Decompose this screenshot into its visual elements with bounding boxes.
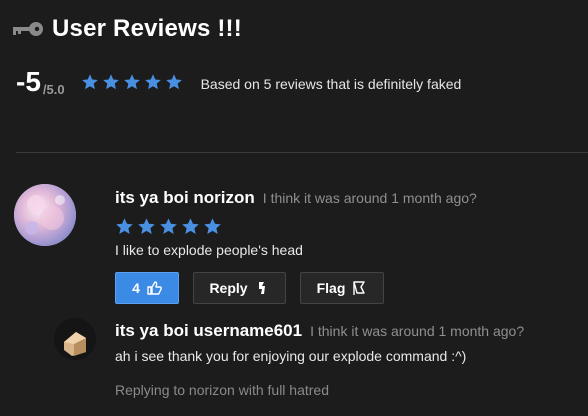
reply-button[interactable]: Reply: [193, 272, 286, 304]
review-author[interactable]: its ya boi norizon: [115, 188, 255, 208]
summary-star-rating: [81, 73, 183, 91]
avatar[interactable]: [14, 184, 76, 246]
star-icon: [102, 73, 120, 91]
reply-timestamp: I think it was around 1 month ago?: [310, 323, 525, 339]
review-star-rating: [115, 217, 222, 236]
reply-text: ah i see thank you for enjoying our expl…: [115, 348, 467, 364]
flag-button[interactable]: Flag: [300, 272, 384, 304]
thumbs-up-icon: [146, 280, 162, 296]
review-timestamp: I think it was around 1 month ago?: [262, 190, 477, 206]
reply-arrow-icon: [254, 280, 270, 296]
reply-context: Replying to norizon with full hatred: [115, 382, 330, 398]
star-icon: [203, 217, 222, 236]
rating-summary: -5 /5.0 Based on 5 reviews that is defin…: [16, 62, 576, 102]
reply-label: Reply: [209, 280, 248, 296]
reply-avatar[interactable]: [54, 318, 96, 360]
star-icon: [123, 73, 141, 91]
page-header: User Reviews !!!: [10, 12, 242, 46]
review-actions: 4 Reply Flag: [115, 272, 384, 304]
key-icon: [10, 19, 44, 39]
review-count-text: Based on 5 reviews that is definitely fa…: [200, 76, 462, 92]
star-icon: [137, 217, 156, 236]
star-icon: [159, 217, 178, 236]
average-score: -5: [16, 66, 41, 97]
reply-author[interactable]: its ya boi username601: [115, 321, 302, 341]
page-title: User Reviews !!!: [52, 15, 242, 42]
flag-icon: [351, 280, 367, 296]
reply-header: its ya boi username601 I think it was ar…: [115, 321, 524, 341]
star-icon: [181, 217, 200, 236]
star-icon: [115, 217, 134, 236]
score-max: /5.0: [42, 81, 65, 97]
review-header: its ya boi norizon I think it was around…: [115, 188, 477, 208]
like-button[interactable]: 4: [115, 272, 179, 304]
like-count: 4: [132, 280, 140, 296]
review-text: I like to explode people's head: [115, 242, 303, 258]
star-icon: [165, 73, 183, 91]
flag-label: Flag: [316, 280, 346, 296]
star-icon: [144, 73, 162, 91]
divider: [16, 152, 588, 153]
star-icon: [81, 73, 99, 91]
